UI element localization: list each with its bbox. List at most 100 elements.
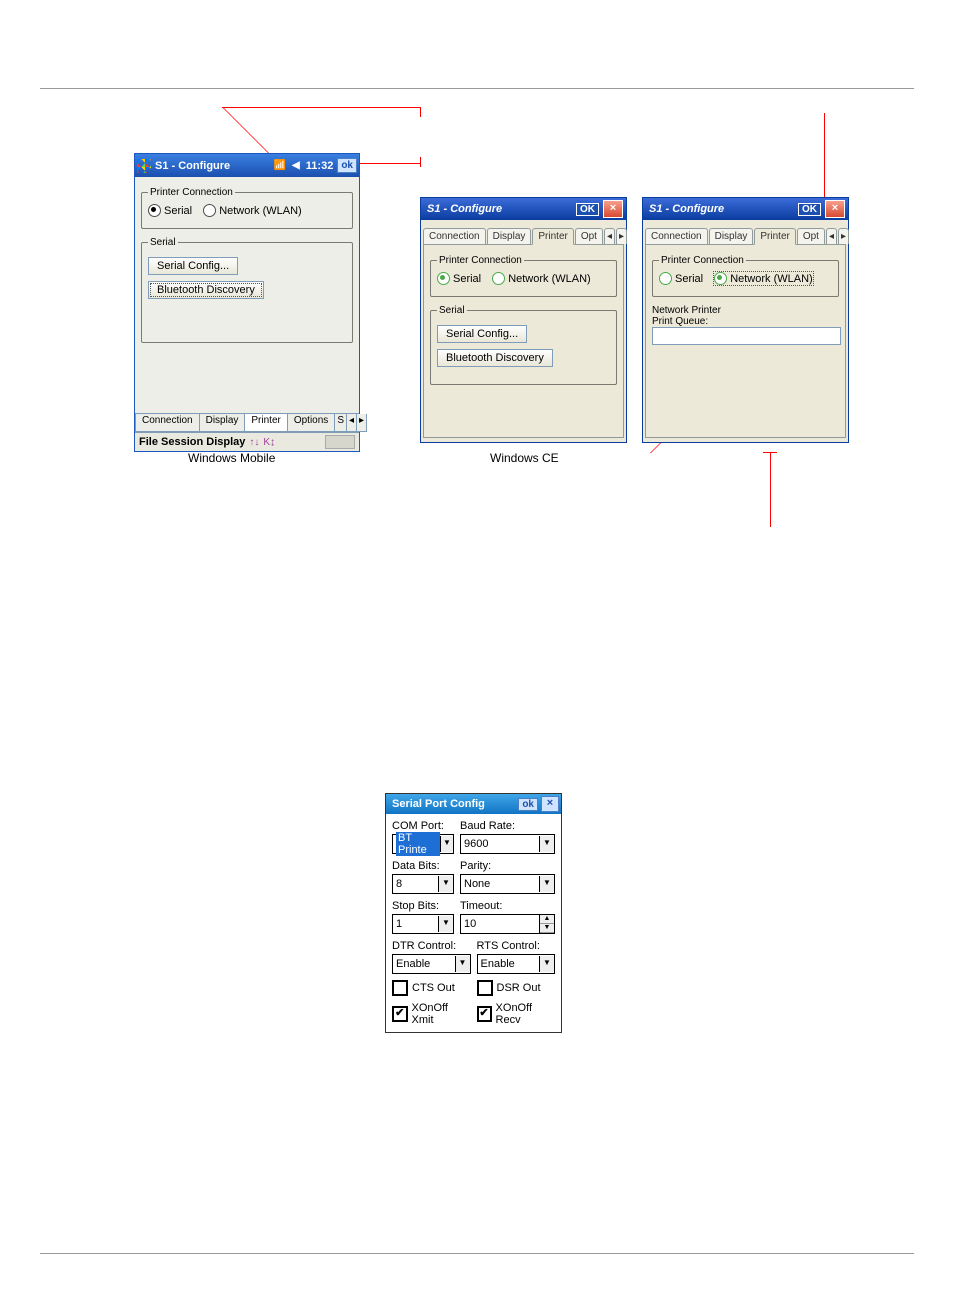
tab-scroll-right[interactable]: ▸	[616, 228, 627, 244]
windows-ce-window-serial: S1 - Configure OK × Connection Display P…	[420, 197, 627, 443]
serial-config-button[interactable]: Serial Config...	[437, 325, 527, 343]
menu-items[interactable]: File Session Display	[139, 436, 245, 448]
group-label: Serial	[437, 305, 467, 316]
tab-printer[interactable]: Printer	[754, 228, 795, 245]
timeout-stepper[interactable]: 10 ▲▼	[460, 914, 555, 934]
tab-printer[interactable]: Printer	[532, 228, 573, 245]
tab-printer[interactable]: Printer	[244, 414, 287, 432]
tab-options[interactable]: Opt	[797, 228, 825, 244]
window-title: S1 - Configure	[649, 203, 724, 215]
group-label: Printer Connection	[148, 187, 235, 198]
parity-select[interactable]: None ▼	[460, 874, 555, 894]
stop-bits-select[interactable]: 1 ▼	[392, 914, 454, 934]
radio-network[interactable]: Network (WLAN)	[714, 272, 813, 285]
chevron-down-icon: ▼	[438, 876, 453, 892]
com-port-select[interactable]: BT Printe ▼	[392, 834, 454, 854]
window-titlebar: S1 - Configure OK ×	[421, 198, 626, 220]
tab-scroll-left[interactable]: ◂	[604, 228, 615, 244]
tab-connection[interactable]: Connection	[135, 414, 200, 432]
window-title: S1 - Configure	[427, 203, 502, 215]
close-button[interactable]: ×	[541, 796, 559, 812]
tab-display[interactable]: Display	[487, 228, 532, 244]
tab-options[interactable]: Options	[287, 414, 335, 432]
dtr-control-label: DTR Control:	[392, 940, 471, 952]
spin-up-icon[interactable]: ▲	[540, 915, 554, 924]
dsr-out-checkbox[interactable]: DSR Out	[477, 980, 556, 996]
spin-down-icon[interactable]: ▼	[540, 924, 554, 933]
baud-rate-select[interactable]: 9600 ▼	[460, 834, 555, 854]
dialog-titlebar: Serial Port Config ok ×	[386, 794, 561, 814]
serial-group: Serial Serial Config... Bluetooth Discov…	[141, 237, 353, 343]
printer-connection-group: Printer Connection Serial Network (WLAN)	[430, 255, 617, 297]
cts-out-checkbox[interactable]: CTS Out	[392, 980, 471, 996]
radio-serial[interactable]: Serial	[659, 272, 703, 285]
ok-button[interactable]: OK	[576, 203, 599, 216]
xonoff-recv-checkbox[interactable]: ✔XOnOff Recv	[477, 1002, 556, 1026]
sound-icon: ◀	[290, 160, 302, 172]
printer-connection-group: Printer Connection Serial Network (WLAN)	[652, 255, 839, 297]
chevron-down-icon: ▼	[539, 836, 554, 852]
window-title: S1 - Configure	[155, 160, 230, 172]
ok-button[interactable]: ok	[337, 158, 357, 173]
group-label: Printer Connection	[437, 255, 524, 266]
tab-scroll-left[interactable]: ◂	[826, 228, 837, 244]
com-port-label: COM Port:	[392, 820, 454, 832]
radio-network[interactable]: Network (WLAN)	[203, 204, 302, 217]
menu-bar: File Session Display ↑↓ K↨	[135, 432, 359, 451]
window-titlebar: S1 - Configure 📶 ◀ 11:32 ok	[135, 154, 359, 177]
callout-line	[770, 452, 771, 527]
tab-connection[interactable]: Connection	[645, 228, 708, 244]
signal-icon: 📶	[274, 160, 286, 172]
dialog-title: Serial Port Config	[392, 798, 485, 810]
serial-config-button[interactable]: Serial Config...	[148, 257, 238, 275]
tab-scroll-right[interactable]: ▸	[838, 228, 849, 244]
close-button[interactable]: ×	[603, 200, 623, 218]
network-printer-label: Network Printer	[652, 305, 839, 316]
tab-bar: Connection Display Printer Options S ◂ ▸	[135, 413, 359, 432]
tab-connection[interactable]: Connection	[423, 228, 486, 244]
window-titlebar: S1 - Configure OK ×	[643, 198, 848, 220]
print-queue-label: Print Queue:	[652, 316, 839, 327]
tab-scroll-right[interactable]: ▸	[356, 414, 367, 432]
chevron-down-icon: ▼	[438, 916, 453, 932]
windows-flag-icon	[137, 159, 151, 173]
ok-button[interactable]: ok	[518, 798, 538, 811]
chevron-down-icon: ▼	[539, 956, 554, 972]
windows-ce-window-network: S1 - Configure OK × Connection Display P…	[642, 197, 849, 443]
serial-group: Serial Serial Config... Bluetooth Discov…	[430, 305, 617, 385]
close-button[interactable]: ×	[825, 200, 845, 218]
print-queue-input[interactable]	[652, 327, 841, 345]
data-bits-select[interactable]: 8 ▼	[392, 874, 454, 894]
tab-display[interactable]: Display	[709, 228, 754, 244]
windows-mobile-window: S1 - Configure 📶 ◀ 11:32 ok Printer Conn…	[134, 153, 360, 452]
sip-keyboard-icon[interactable]	[325, 435, 355, 449]
xonoff-xmit-checkbox[interactable]: ✔XOnOff Xmit	[392, 1002, 471, 1026]
chevron-down-icon: ▼	[539, 876, 554, 892]
radio-serial[interactable]: Serial	[148, 204, 192, 217]
printer-connection-group: Printer Connection Serial Network (WLAN)	[141, 187, 353, 229]
rts-control-select[interactable]: Enable ▼	[477, 954, 556, 974]
radio-serial[interactable]: Serial	[437, 272, 481, 285]
stop-bits-label: Stop Bits:	[392, 900, 454, 912]
dtr-control-select[interactable]: Enable ▼	[392, 954, 471, 974]
group-label: Serial	[148, 237, 178, 248]
parity-label: Parity:	[460, 860, 555, 872]
timeout-label: Timeout:	[460, 900, 555, 912]
group-label: Printer Connection	[659, 255, 746, 266]
tab-options[interactable]: Opt	[575, 228, 603, 244]
tab-bar: Connection Display Printer Opt ◂ ▸	[421, 220, 626, 244]
radio-network[interactable]: Network (WLAN)	[492, 272, 591, 285]
bluetooth-discovery-button[interactable]: Bluetooth Discovery	[437, 349, 553, 367]
bluetooth-discovery-button[interactable]: Bluetooth Discovery	[148, 281, 264, 299]
clock: 11:32	[306, 160, 334, 172]
chevron-down-icon: ▼	[440, 836, 453, 852]
caption-windows-ce: Windows CE	[490, 451, 559, 465]
ok-button[interactable]: OK	[798, 203, 821, 216]
k-icon: K↨	[263, 437, 275, 448]
data-bits-label: Data Bits:	[392, 860, 454, 872]
tab-display[interactable]: Display	[199, 414, 246, 432]
rts-control-label: RTS Control:	[477, 940, 556, 952]
chevron-down-icon: ▼	[455, 956, 470, 972]
arrows-icon: ↑↓	[249, 437, 259, 448]
serial-port-config-dialog: Serial Port Config ok × COM Port: BT Pri…	[385, 793, 562, 1033]
